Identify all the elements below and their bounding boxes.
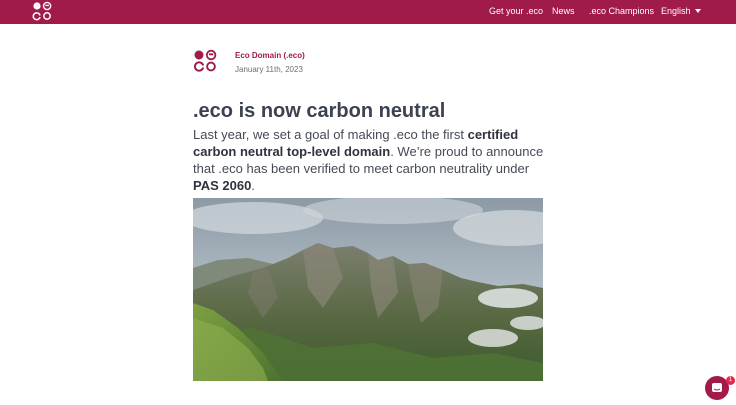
nav-get-your-eco[interactable]: Get your .eco — [489, 5, 543, 17]
hero-image — [193, 198, 543, 381]
article-title: .eco is now carbon neutral — [193, 100, 446, 122]
author-avatar-icon — [194, 49, 217, 72]
nav-news[interactable]: News — [552, 5, 575, 17]
mountain-landscape-icon — [193, 198, 543, 381]
author-name[interactable]: Eco Domain (.eco) — [235, 51, 305, 60]
post-date: January 11th, 2023 — [235, 65, 303, 74]
eco-logo-icon[interactable] — [31, 1, 53, 21]
lead-text-3: . — [251, 178, 255, 193]
language-label: English — [661, 6, 691, 16]
nav-eco-champions[interactable]: .eco Champions — [589, 5, 654, 17]
article-lead: Last year, we set a goal of making .eco … — [193, 126, 548, 194]
chat-notification-badge: 1 — [726, 376, 735, 385]
lead-text-1: Last year, we set a goal of making .eco … — [193, 127, 468, 142]
language-dropdown[interactable]: English — [661, 5, 701, 17]
top-navbar: Get your .eco News .eco Champions Englis… — [0, 0, 736, 24]
lead-bold-2: PAS 2060 — [193, 178, 252, 193]
caret-down-icon — [694, 8, 701, 13]
